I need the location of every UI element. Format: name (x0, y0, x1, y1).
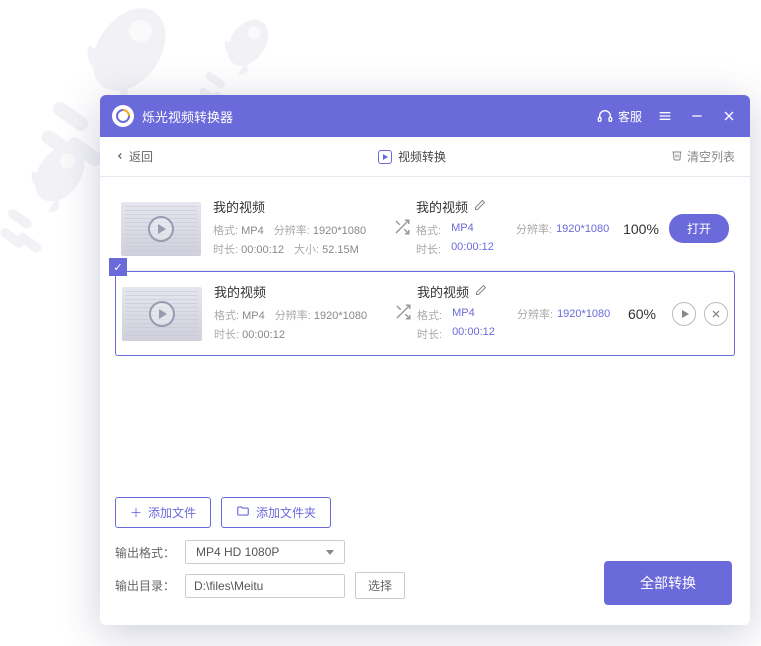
output-format-label: 输出格式： (115, 544, 175, 561)
close-button[interactable] (720, 107, 738, 125)
target-info: 我的视频 格式: MP4 时长: 00:00:12 (416, 197, 516, 260)
support-label: 客服 (618, 108, 642, 125)
clear-list-button[interactable]: 清空列表 (671, 148, 735, 165)
source-name: 我的视频 (213, 197, 388, 216)
convert-arrow-icon (389, 303, 417, 324)
cancel-button[interactable] (704, 302, 728, 326)
video-icon (378, 150, 392, 164)
headset-icon (596, 107, 614, 125)
video-thumbnail[interactable] (121, 202, 201, 256)
plus-icon: ＋ (130, 504, 142, 521)
convert-arrow-icon (388, 218, 416, 239)
menu-button[interactable] (656, 107, 674, 125)
edit-icon[interactable] (474, 199, 486, 214)
progress-percent: 100% (616, 221, 666, 237)
titlebar: 烁光视频转换器 客服 (100, 95, 750, 137)
source-info: 我的视频 格式: MP4 分辨率: 1920*1080 时长: 00:00:12… (213, 197, 388, 260)
list-item[interactable]: 我的视频 格式: MP4 分辨率: 1920*1080 时长: 00:00:12… (115, 271, 735, 356)
app-logo-icon (112, 105, 134, 127)
conversion-list: ✓ 我的视频 格式: MP4 分辨率: 1920*1080 时长: 00:00:… (100, 177, 750, 485)
source-name: 我的视频 (214, 282, 389, 301)
target-name: 我的视频 (417, 282, 469, 301)
trash-icon (671, 149, 683, 164)
chevron-left-icon (115, 150, 125, 164)
output-dir-input[interactable]: D:\files\Meitu (185, 574, 345, 598)
output-dir-label: 输出目录： (115, 577, 175, 594)
back-button[interactable]: 返回 (115, 148, 153, 165)
output-format-select[interactable]: MP4 HD 1080P (185, 540, 345, 564)
play-button[interactable] (672, 302, 696, 326)
folder-icon (236, 504, 250, 521)
progress-percent: 60% (617, 306, 667, 322)
target-info: 我的视频 格式: MP4 时长: 00:00:12 (417, 282, 517, 345)
minimize-button[interactable] (688, 107, 706, 125)
add-folder-button[interactable]: 添加文件夹 (221, 497, 331, 528)
toolbar: 返回 视频转换 清空列表 (100, 137, 750, 177)
open-button[interactable]: 打开 (669, 214, 729, 243)
app-window: 烁光视频转换器 客服 返回 (100, 95, 750, 625)
back-label: 返回 (129, 148, 153, 165)
convert-all-button[interactable]: 全部转换 (604, 561, 732, 605)
target-name: 我的视频 (416, 197, 468, 216)
tab-label: 视频转换 (398, 148, 446, 165)
app-title: 烁光视频转换器 (142, 107, 233, 126)
output-resolution: 分辨率: 1920*1080 (517, 306, 617, 322)
clear-list-label: 清空列表 (687, 148, 735, 165)
browse-button[interactable]: 选择 (355, 572, 405, 599)
add-file-button[interactable]: ＋ 添加文件 (115, 497, 211, 528)
output-resolution: 分辨率: 1920*1080 (516, 221, 616, 237)
tab-video-convert[interactable]: 视频转换 (153, 148, 671, 165)
video-thumbnail[interactable] (122, 287, 202, 341)
rocket-decoration (0, 140, 100, 255)
chevron-down-icon (326, 550, 334, 555)
bottom-panel: ＋ 添加文件 添加文件夹 输出格式： MP4 HD 1080P 输出目录： D:… (100, 485, 750, 625)
list-item[interactable]: ✓ 我的视频 格式: MP4 分辨率: 1920*1080 时长: 00:00:… (115, 187, 735, 271)
source-info: 我的视频 格式: MP4 分辨率: 1920*1080 时长: 00:00:12 (214, 282, 389, 345)
edit-icon[interactable] (475, 284, 487, 299)
support-button[interactable]: 客服 (596, 107, 642, 125)
